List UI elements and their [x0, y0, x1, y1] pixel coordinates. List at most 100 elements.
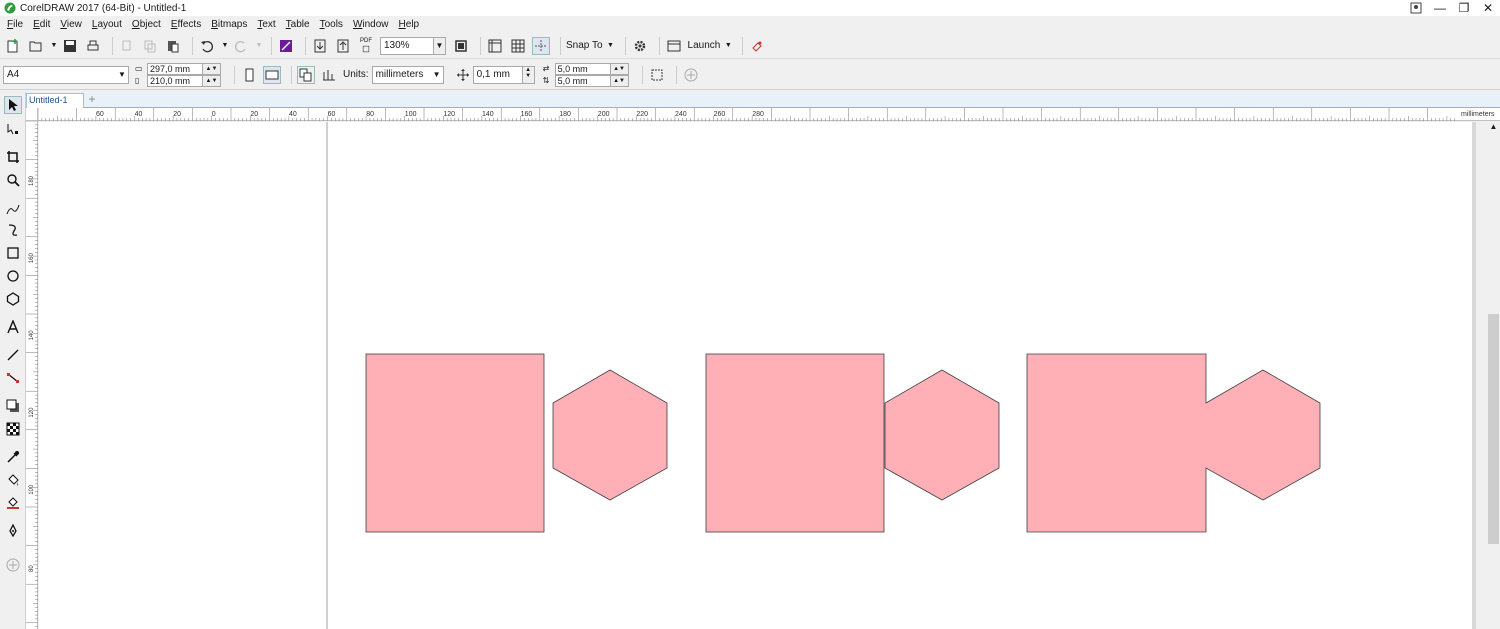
snap-to-button[interactable]: Snap To: [566, 40, 603, 51]
drop-shadow-tool-icon[interactable]: [4, 397, 22, 415]
ruler-origin[interactable]: [26, 108, 38, 121]
toolbar-separator: [480, 36, 481, 55]
launch-button[interactable]: Launch: [688, 40, 721, 51]
full-screen-preview-icon[interactable]: [452, 37, 470, 55]
vertical-scrollbar[interactable]: ▲: [1472, 122, 1500, 629]
redo-dropdown-icon[interactable]: ▼: [255, 37, 263, 55]
page-width-input[interactable]: 297,0 mm: [147, 62, 203, 75]
menu-table[interactable]: Table: [281, 19, 315, 30]
ruler-label: 80: [29, 565, 35, 572]
square-shape-1[interactable]: [365, 353, 545, 533]
redo-icon[interactable]: [232, 37, 250, 55]
shape-tool-icon[interactable]: [4, 120, 22, 138]
new-tab-plus-icon[interactable]: +: [86, 93, 98, 106]
menu-object[interactable]: Object: [127, 19, 166, 30]
new-document-button[interactable]: [4, 37, 22, 55]
zoom-tool-icon[interactable]: [4, 171, 22, 189]
title-bar: CorelDRAW 2017 (64-Bit) - Untitled-1 — ❐…: [0, 0, 1500, 16]
search-content-icon[interactable]: [277, 37, 295, 55]
undo-dropdown-icon[interactable]: ▼: [221, 37, 229, 55]
print-button[interactable]: [84, 37, 102, 55]
nudge-spinner[interactable]: ▲ ▼: [522, 65, 535, 84]
horizontal-ruler[interactable]: 60 40 20 0 20 40 60 80 100 120 140 160 180 200 220 240 2…: [37, 108, 1500, 121]
show-guidelines-icon[interactable]: [532, 36, 550, 55]
restore-button[interactable]: ❐: [1452, 0, 1476, 16]
close-button[interactable]: ✕: [1476, 0, 1500, 16]
page-size-select[interactable]: A4 ▼: [3, 65, 129, 84]
add-plus-icon[interactable]: [682, 66, 700, 84]
launch-dropdown-icon[interactable]: ▼: [724, 37, 732, 55]
show-rulers-icon[interactable]: [486, 37, 504, 55]
artistic-media-tool-icon[interactable]: [4, 221, 22, 239]
pick-tool-icon[interactable]: [4, 96, 22, 114]
menu-tools[interactable]: Tools: [315, 19, 348, 30]
menu-window[interactable]: Window: [348, 19, 394, 30]
menu-text[interactable]: Text: [252, 19, 280, 30]
export-icon[interactable]: [334, 37, 352, 55]
duplicate-x-input[interactable]: 5,0 mm: [554, 62, 611, 75]
menu-layout[interactable]: Layout: [87, 19, 127, 30]
height-spinner[interactable]: ▲▼: [203, 74, 221, 87]
save-button[interactable]: [61, 37, 79, 55]
parallel-dimension-tool-icon[interactable]: [4, 346, 22, 364]
menu-edit[interactable]: Edit: [28, 19, 55, 30]
current-page-icon[interactable]: [320, 66, 338, 84]
menu-bitmaps[interactable]: Bitmaps: [206, 19, 252, 30]
open-dropdown-icon[interactable]: ▼: [50, 37, 58, 55]
zoom-level-select[interactable]: 130% ▼: [380, 36, 446, 55]
all-pages-icon[interactable]: [297, 65, 315, 84]
edit-bleed-icon[interactable]: [648, 66, 666, 84]
crop-tool-icon[interactable]: [4, 148, 22, 166]
eyedropper-tool-icon[interactable]: [4, 448, 22, 466]
welcome-screen-icon[interactable]: [748, 37, 766, 55]
connector-tool-icon[interactable]: [4, 369, 22, 387]
duplicate-y-spinner[interactable]: ▲▼: [610, 74, 629, 87]
drawing-canvas[interactable]: [39, 122, 1472, 629]
paste-button[interactable]: [164, 37, 182, 55]
import-icon[interactable]: [311, 37, 329, 55]
units-select[interactable]: millimeters ▼: [371, 65, 444, 84]
ellipse-tool-icon[interactable]: [4, 267, 22, 285]
duplicate-y-input[interactable]: 5,0 mm: [554, 74, 611, 87]
square-shape-2[interactable]: [705, 353, 885, 533]
menu-file[interactable]: File: [2, 19, 28, 30]
rectangle-tool-icon[interactable]: [4, 244, 22, 262]
undo-icon[interactable]: [198, 37, 216, 55]
add-tool-icon[interactable]: [4, 556, 22, 574]
transparency-tool-icon[interactable]: [4, 420, 22, 438]
portrait-icon[interactable]: [240, 66, 258, 84]
options-gear-icon[interactable]: [631, 37, 649, 55]
freehand-tool-icon[interactable]: [4, 200, 22, 218]
menu-view[interactable]: View: [55, 19, 87, 30]
nudge-distance-input[interactable]: 0,1 mm: [472, 65, 523, 84]
document-tab-untitled-1[interactable]: Untitled-1: [26, 93, 84, 108]
snap-to-dropdown-icon[interactable]: ▼: [607, 37, 615, 55]
ruler-label: 260: [714, 111, 726, 118]
minimize-button[interactable]: —: [1428, 0, 1452, 16]
text-tool-icon[interactable]: [4, 318, 22, 336]
account-icon[interactable]: [1404, 0, 1428, 16]
hexagon-shape-1[interactable]: [552, 369, 668, 501]
page-height-input[interactable]: 210,0 mm: [147, 74, 203, 87]
polygon-tool-icon[interactable]: [4, 290, 22, 308]
menu-effects[interactable]: Effects: [166, 19, 206, 30]
smart-fill-tool-icon[interactable]: [4, 494, 22, 512]
scrollbar-thumb[interactable]: [1488, 314, 1499, 544]
copy-button[interactable]: [141, 37, 159, 55]
width-spinner[interactable]: ▲▼: [203, 62, 221, 75]
show-grid-icon[interactable]: [509, 37, 527, 55]
vertical-ruler[interactable]: 180 160 140 120 100 80: [26, 120, 38, 629]
duplicate-x-spinner[interactable]: ▲▼: [610, 62, 629, 75]
scroll-up-icon[interactable]: ▲: [1487, 122, 1500, 131]
hexagon-shape-2[interactable]: [884, 369, 1000, 501]
interactive-fill-tool-icon[interactable]: [4, 471, 22, 489]
publish-pdf-icon[interactable]: PDF: [357, 37, 375, 55]
open-button[interactable]: [27, 37, 45, 55]
landscape-icon[interactable]: [263, 65, 281, 84]
launch-icon[interactable]: [665, 37, 683, 55]
cut-button[interactable]: [118, 37, 136, 55]
toolbar-separator: [291, 65, 292, 84]
outline-pen-tool-icon[interactable]: [4, 522, 22, 540]
combined-square-hexagon-shape[interactable]: [1026, 353, 1321, 533]
menu-help[interactable]: Help: [394, 19, 425, 30]
